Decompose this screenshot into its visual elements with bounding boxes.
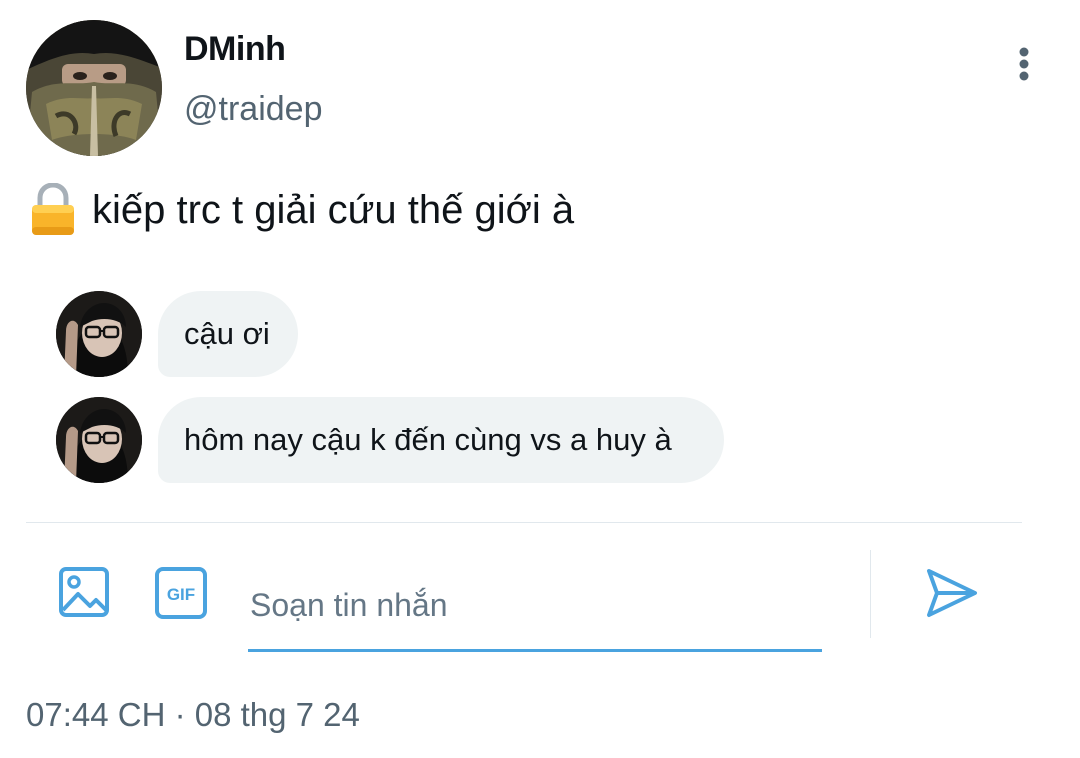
send-button[interactable] bbox=[924, 566, 980, 620]
sender-avatar-icon bbox=[56, 397, 142, 483]
message-avatar[interactable] bbox=[56, 397, 142, 483]
tweet-text: kiếp trc t giải cứu thế giới à bbox=[92, 187, 575, 232]
gif-label: GIF bbox=[167, 585, 195, 604]
sender-avatar-icon bbox=[56, 291, 142, 377]
profile-avatar[interactable] bbox=[26, 20, 162, 156]
lock-icon bbox=[32, 183, 74, 235]
more-options-button[interactable] bbox=[1004, 44, 1044, 88]
add-gif-button[interactable]: GIF bbox=[154, 566, 208, 620]
display-name[interactable]: DMinh bbox=[184, 30, 286, 69]
gif-icon: GIF bbox=[155, 567, 207, 619]
avatar-photo-icon bbox=[26, 20, 162, 156]
more-vertical-icon bbox=[1019, 47, 1029, 81]
tweet-card: DMinh @traidep kiếp trc t giải cứu thế g… bbox=[0, 0, 1080, 758]
message-avatar[interactable] bbox=[56, 291, 142, 377]
tweet-content: kiếp trc t giải cứu thế giới à bbox=[28, 180, 574, 240]
send-icon bbox=[927, 569, 977, 617]
image-icon bbox=[59, 567, 109, 617]
divider bbox=[26, 522, 1022, 523]
user-handle[interactable]: @traidep bbox=[184, 90, 322, 129]
add-media-button[interactable] bbox=[58, 566, 110, 618]
message-bubble[interactable]: hôm nay cậu k đến cùng vs a huy à bbox=[158, 397, 724, 483]
message-input[interactable] bbox=[248, 562, 822, 652]
timestamp: 07:44 CH · 08 thg 7 24 bbox=[26, 696, 360, 733]
composer-separator bbox=[870, 550, 871, 638]
message-bubble[interactable]: cậu ơi bbox=[158, 291, 298, 377]
